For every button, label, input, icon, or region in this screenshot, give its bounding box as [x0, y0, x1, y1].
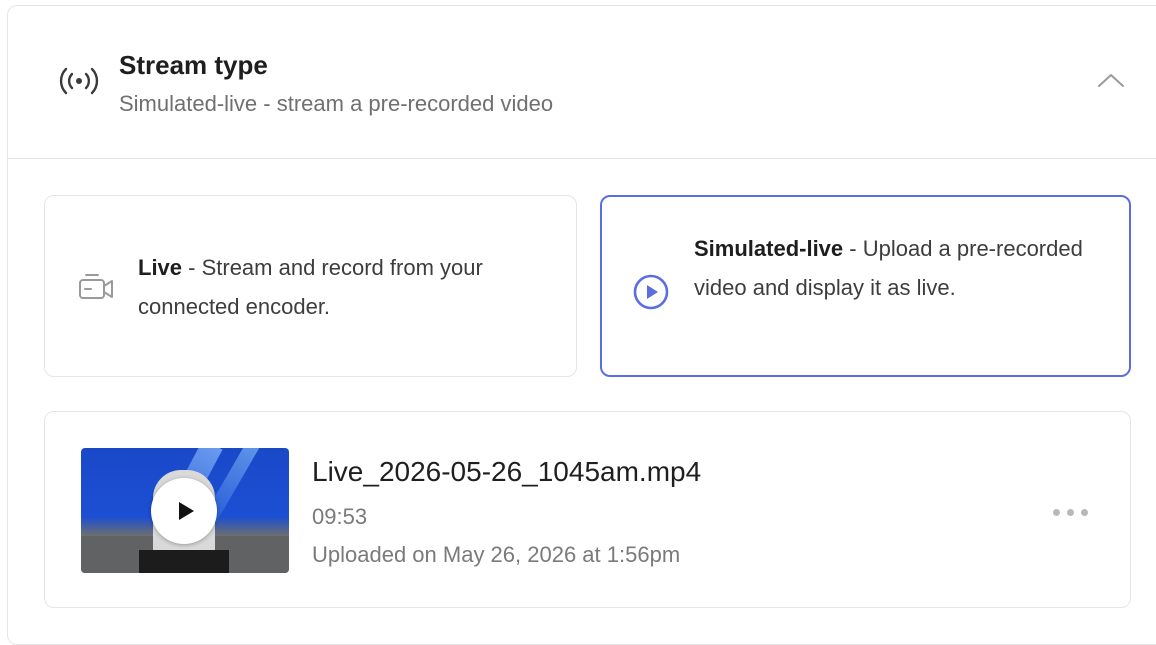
more-horizontal-icon[interactable]	[1047, 500, 1095, 524]
video-filename: Live_2026-05-26_1045am.mp4	[312, 456, 702, 487]
play-button[interactable]	[151, 478, 217, 544]
video-thumbnail[interactable]	[81, 448, 289, 573]
option-live-label: Live	[138, 255, 183, 280]
broadcast-icon	[59, 67, 99, 95]
play-icon	[179, 502, 194, 520]
stream-type-subtitle: Simulated-live - stream a pre-recorded v…	[119, 91, 554, 116]
video-duration: 09:53	[312, 504, 368, 529]
option-live[interactable]: Live - Stream and record from your conne…	[44, 195, 577, 377]
option-simulated-live[interactable]: Simulated-live - Upload a pre-recorded v…	[600, 195, 1131, 377]
thumbnail-podium	[139, 550, 229, 573]
more-dot	[1053, 509, 1060, 516]
uploaded-video-card: Live_2026-05-26_1045am.mp4 09:53 Uploade…	[44, 411, 1131, 608]
play-circle-icon	[633, 274, 669, 310]
stream-type-title: Stream type	[119, 50, 268, 80]
stream-type-header[interactable]: Stream type Simulated-live - stream a pr…	[8, 6, 1156, 159]
camera-icon	[79, 274, 113, 299]
more-dot	[1081, 509, 1088, 516]
option-simulated-live-text: Simulated-live - Upload a pre-recorded v…	[694, 229, 1114, 307]
option-live-text: Live - Stream and record from your conne…	[138, 248, 558, 326]
chevron-up-icon[interactable]	[1093, 66, 1129, 96]
video-upload-date: Uploaded on May 26, 2026 at 1:56pm	[312, 542, 681, 567]
option-live-description: - Stream and record from your connected …	[138, 255, 483, 319]
more-dot	[1067, 509, 1074, 516]
option-simulated-live-label: Simulated-live	[694, 236, 844, 261]
stream-type-panel: Stream type Simulated-live - stream a pr…	[7, 5, 1156, 645]
